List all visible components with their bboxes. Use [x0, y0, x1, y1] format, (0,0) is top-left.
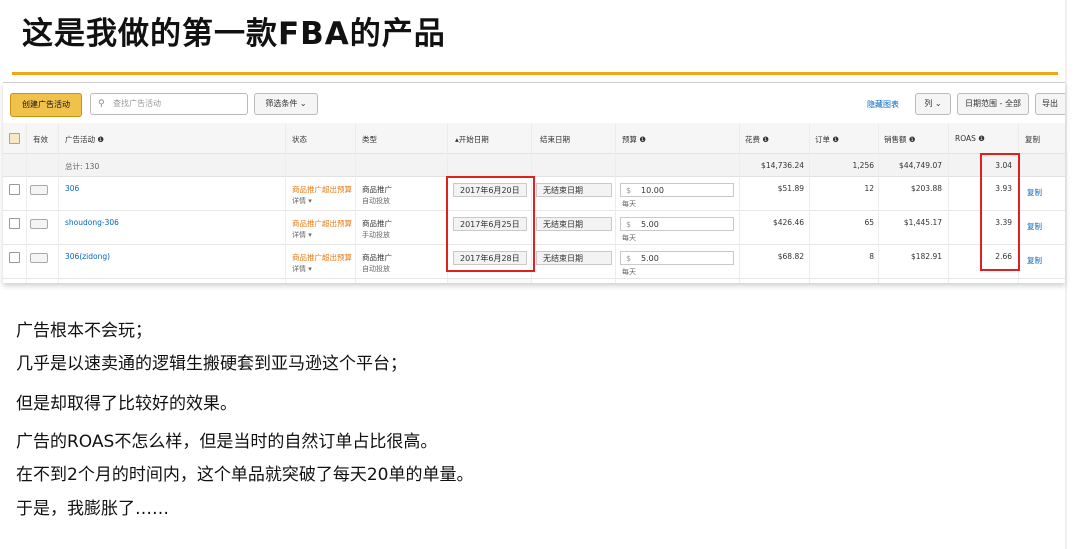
total-orders: 1,256 — [852, 161, 874, 170]
toolbar: 创建广告活动 ⚲ 查找广告活动 筛选条件 ⌄ 隐藏图表 列 ⌄ 日期范围 - 全… — [3, 83, 1065, 121]
spend-value: $68.82 — [777, 252, 804, 261]
create-campaign-button[interactable]: 创建广告活动 — [10, 93, 82, 117]
end-date-field[interactable]: 无结束日期 — [536, 251, 612, 265]
column-divider — [739, 123, 740, 283]
type-label: 商品推广 — [362, 185, 392, 194]
header-orders[interactable]: 订单 ❶ — [815, 134, 839, 145]
body-line-2: 几乎是以速卖通的逻辑生搬硬套到亚马逊这个平台； — [16, 354, 407, 374]
sales-value: $203.88 — [910, 184, 942, 193]
body-line-1: 广告根本不会玩； — [16, 321, 152, 341]
column-divider — [58, 123, 59, 283]
search-placeholder: 查找广告活动 — [113, 99, 161, 108]
header-start-date[interactable]: ▴开始日期 — [455, 134, 489, 145]
active-toggle[interactable] — [30, 253, 48, 263]
budget-period: 每天 — [622, 200, 636, 208]
search-input[interactable]: ⚲ 查找广告活动 — [90, 93, 248, 115]
column-divider — [285, 123, 286, 283]
column-divider — [26, 123, 27, 283]
column-divider — [809, 123, 810, 283]
end-date-field[interactable]: 无结束日期 — [536, 183, 612, 197]
targeting-label: 自动投放 — [362, 265, 390, 273]
budget-period: 每天 — [622, 234, 636, 242]
spend-value: $426.46 — [772, 218, 804, 227]
header-spend[interactable]: 花费 ❶ — [745, 134, 769, 145]
header-sales[interactable]: 销售额 ❶ — [884, 134, 916, 145]
header-type[interactable]: 类型 — [362, 134, 377, 145]
header-status[interactable]: 状态 — [292, 134, 307, 145]
budget-value: 10.00 — [641, 186, 664, 195]
search-icon: ⚲ — [98, 99, 105, 109]
orders-value: 65 — [864, 218, 874, 227]
slide-edge-line — [1065, 0, 1067, 549]
campaign-link[interactable]: 306 — [65, 184, 79, 193]
date-range-button[interactable]: 日期范围 - 全部 — [957, 93, 1029, 115]
slide-title: 这是我做的第一款FBA的产品 — [22, 16, 446, 52]
campaign-manager-screenshot: 创建广告活动 ⚲ 查找广告活动 筛选条件 ⌄ 隐藏图表 列 ⌄ 日期范围 - 全… — [3, 82, 1065, 283]
budget-input[interactable]: $ 5.00 — [620, 217, 734, 231]
body-line-4: 广告的ROAS不怎么样，但是当时的自然订单占比很高。 — [16, 432, 438, 452]
header-campaign[interactable]: 广告活动 ❶ — [65, 134, 104, 145]
hide-chart-link[interactable]: 隐藏图表 — [867, 99, 899, 110]
total-row: 总计: 130 $14,736.24 1,256 $44,749.07 3.04 — [3, 154, 1065, 177]
orders-value: 8 — [869, 252, 874, 261]
row-checkbox[interactable] — [9, 184, 20, 195]
header-end-date[interactable]: 结束日期 — [540, 134, 570, 145]
export-button[interactable]: 导出 — [1035, 93, 1065, 115]
active-toggle[interactable] — [30, 185, 48, 195]
start-date-highlight — [446, 176, 535, 272]
budget-input[interactable]: $ 10.00 — [620, 183, 734, 197]
currency-symbol: $ — [626, 254, 632, 263]
sales-value: $182.91 — [910, 252, 942, 261]
column-divider — [615, 123, 616, 283]
status-label: 商品推广超出预算 — [292, 185, 352, 194]
total-label: 总计: 130 — [65, 162, 100, 171]
budget-value: 5.00 — [641, 220, 659, 229]
type-label: 商品推广 — [362, 219, 392, 228]
status-label: 商品推广超出预算 — [292, 253, 352, 262]
status-details[interactable]: 详情 ▾ — [292, 264, 312, 274]
sales-value: $1,445.17 — [903, 218, 942, 227]
budget-period: 每天 — [622, 268, 636, 276]
campaign-link[interactable]: 306(zidong) — [65, 252, 110, 261]
column-divider — [878, 123, 879, 283]
copy-link[interactable]: 复制 — [1027, 255, 1042, 266]
budget-input[interactable]: $ 5.00 — [620, 251, 734, 265]
budget-value: 5.00 — [641, 254, 659, 263]
currency-symbol: $ — [626, 186, 632, 195]
copy-link[interactable]: 复制 — [1027, 221, 1042, 232]
type-label: 商品推广 — [362, 253, 392, 262]
row-checkbox[interactable] — [9, 252, 20, 263]
total-spend: $14,736.24 — [761, 161, 804, 170]
currency-symbol: $ — [626, 220, 632, 229]
table-header: 有效 广告活动 ❶ 状态 类型 ▴开始日期 结束日期 预算 ❶ 花费 ❶ 订单 … — [3, 123, 1065, 154]
status-details[interactable]: 详情 ▾ — [292, 196, 312, 206]
targeting-label: 手动投放 — [362, 231, 390, 239]
copy-link[interactable]: 复制 — [1027, 187, 1042, 198]
row-checkbox[interactable] — [9, 218, 20, 229]
end-date-field[interactable]: 无结束日期 — [536, 217, 612, 231]
targeting-label: 自动投放 — [362, 197, 390, 205]
column-divider — [948, 123, 949, 283]
total-sales: $44,749.07 — [899, 161, 942, 170]
filter-dropdown[interactable]: 筛选条件 ⌄ — [254, 93, 318, 115]
body-line-6: 于是，我膨胀了…… — [16, 499, 169, 519]
body-line-3: 但是却取得了比较好的效果。 — [16, 394, 237, 414]
header-roas[interactable]: ROAS ❶ — [955, 134, 985, 143]
spend-value: $51.89 — [777, 184, 804, 193]
header-active: 有效 — [33, 135, 48, 144]
columns-dropdown[interactable]: 列 ⌄ — [915, 93, 951, 115]
title-divider — [12, 72, 1058, 75]
roas-highlight — [980, 153, 1020, 271]
campaign-link[interactable]: shoudong-306 — [65, 218, 119, 227]
body-line-5: 在不到2个月的时间内，这个单品就突破了每天20单的单量。 — [16, 465, 474, 485]
active-toggle[interactable] — [30, 219, 48, 229]
header-budget[interactable]: 预算 ❶ — [622, 134, 646, 145]
select-all-checkbox[interactable] — [9, 133, 20, 144]
status-label: 商品推广超出预算 — [292, 219, 352, 228]
header-copy: 复制 — [1025, 135, 1040, 144]
orders-value: 12 — [864, 184, 874, 193]
status-details[interactable]: 详情 ▾ — [292, 230, 312, 240]
column-divider — [355, 123, 356, 283]
